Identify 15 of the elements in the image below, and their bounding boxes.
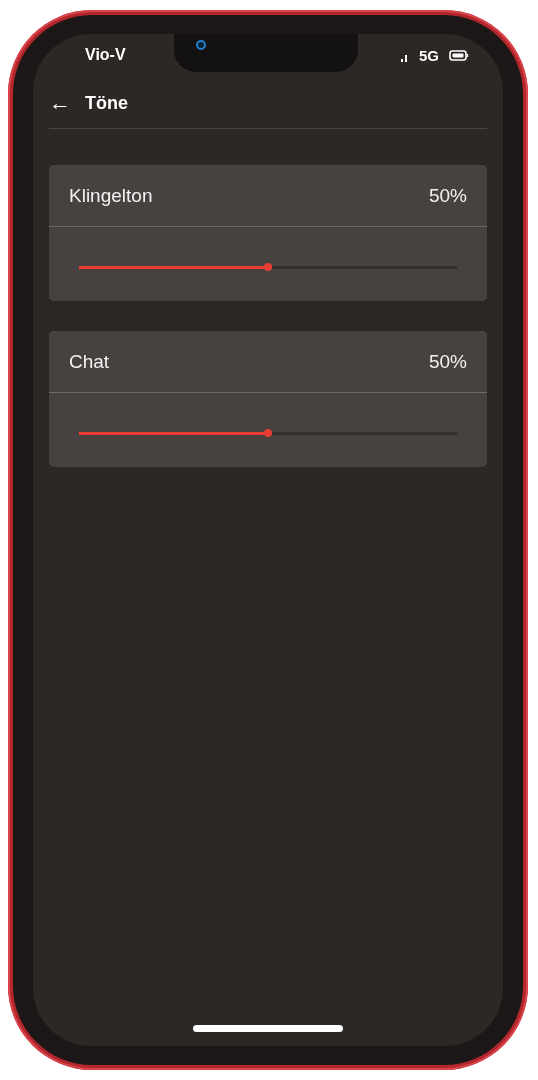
camera-icon bbox=[196, 40, 206, 50]
signal-icon bbox=[401, 54, 409, 62]
battery-icon bbox=[449, 49, 469, 61]
back-button[interactable]: ← bbox=[49, 92, 71, 114]
carrier-name: Vio-V bbox=[85, 46, 126, 64]
slider-thumb[interactable] bbox=[264, 429, 272, 437]
volume-percent: 50% bbox=[428, 184, 467, 207]
volume-label: Klingelton bbox=[69, 184, 153, 207]
page-title: Töne bbox=[85, 92, 128, 114]
volume-percent: 50% bbox=[428, 350, 467, 373]
slider-thumb[interactable] bbox=[264, 263, 272, 271]
volume-label: Chat bbox=[69, 350, 110, 373]
network-label: 5G bbox=[419, 46, 439, 64]
volume-slider[interactable] bbox=[79, 431, 457, 435]
volume-slider[interactable] bbox=[79, 265, 457, 269]
